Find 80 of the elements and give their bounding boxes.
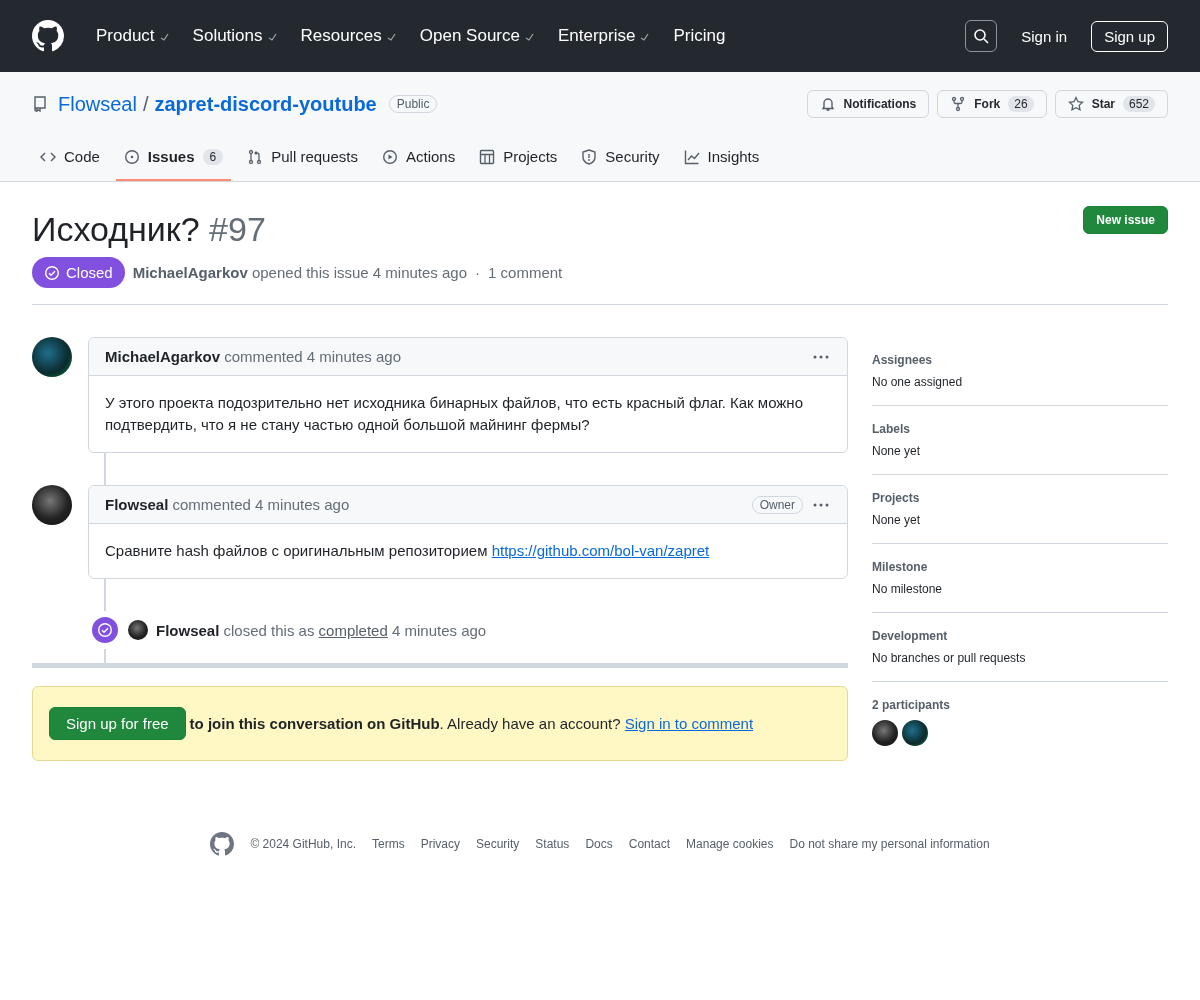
search-icon: [973, 28, 990, 44]
comment-body: Сравните hash файлов с оригинальным репозиторием https://github.com/bol-van/zapret: [104, 541, 711, 561]
repo-tab[interactable]: Code: [32, 140, 108, 181]
counter: 6: [202, 148, 224, 165]
user-avatar[interactable]: [32, 337, 72, 377]
shield-icon: [581, 148, 598, 165]
footer-link[interactable]: Security: [476, 837, 520, 851]
event-text: Flowseal closed this as completed 4 minutes ago: [156, 621, 487, 639]
user-avatar[interactable]: [128, 620, 148, 640]
separator-dot: ·: [475, 264, 481, 281]
sidebar-value: No branches or pull requests: [872, 651, 1027, 665]
status-label: Closed: [32, 257, 125, 288]
sidebar-heading: Milestone: [872, 560, 929, 574]
issue-icon: [123, 148, 140, 165]
user-avatar[interactable]: [32, 485, 72, 525]
footer-link[interactable]: Terms: [371, 837, 405, 851]
github-logo-icon: [32, 20, 64, 52]
pull-request-icon: [247, 148, 264, 165]
nav-menu-item[interactable]: Solutions: [184, 26, 285, 46]
nav-menu-item[interactable]: Product: [88, 26, 177, 46]
footer-link[interactable]: Contact: [628, 837, 671, 851]
sign-up-button[interactable]: Sign up for free: [49, 707, 186, 740]
github-logo-icon: [210, 832, 235, 856]
bell-button[interactable]: Notifications: [806, 90, 930, 118]
participant-avatar[interactable]: [902, 720, 928, 746]
copyright: © 2024 GitHub, Inc.: [250, 837, 356, 851]
issue-meta: MichaelAgarkov opened this issue 4 minutes ago: [132, 264, 468, 281]
repo-icon: [32, 96, 48, 112]
nav-menu-item[interactable]: Pricing: [665, 26, 734, 46]
repo-tab[interactable]: Actions: [373, 140, 464, 181]
new-issue-button[interactable]: New issue: [1083, 206, 1168, 234]
bell-icon: [819, 96, 836, 112]
footer-link[interactable]: Do not share my personal information: [789, 837, 990, 851]
repo-owner-link[interactable]: Flowseal: [58, 92, 137, 116]
repo-tab[interactable]: Insights: [675, 140, 768, 181]
comment-body: У этого проекта подозрительно нет исходника бинарных файлов, что есть красный флаг. Как можно подтвердить, что я не стану частью одной большой майнинг фермы?: [104, 393, 804, 435]
path-separator: /: [142, 92, 149, 116]
sidebar-heading: Projects: [872, 491, 921, 505]
graph-icon: [683, 148, 700, 165]
sign-up-button[interactable]: Sign up: [1091, 20, 1168, 52]
search-button[interactable]: [965, 20, 998, 52]
comment-meta: Flowseal commented 4 minutes ago: [105, 496, 350, 513]
repo-tab[interactable]: Security: [573, 140, 668, 181]
comment-count: 1 comment: [488, 264, 563, 281]
fork-icon: [950, 96, 967, 112]
footer-link[interactable]: Status: [535, 837, 570, 851]
counter: 652: [1122, 96, 1155, 112]
issue-title: Исходник? #97: [32, 210, 266, 249]
sidebar-heading: Labels: [872, 422, 911, 436]
sign-in-link[interactable]: Sign in: [1021, 27, 1068, 45]
repo-tab[interactable]: Projects: [471, 140, 566, 181]
sidebar-heading: Assignees: [872, 353, 934, 367]
comment-link[interactable]: https://github.com/bol-van/zapret: [491, 542, 710, 559]
sidebar-heading: Development: [872, 629, 949, 643]
check-circle-icon: [44, 264, 60, 281]
footer-link[interactable]: Manage cookies: [686, 837, 774, 851]
sidebar-heading: 2 participants: [872, 698, 952, 712]
star-button[interactable]: Star 652: [1054, 90, 1168, 118]
star-icon: [1067, 96, 1084, 112]
comment-meta: MichaelAgarkov commented 4 minutes ago: [105, 348, 401, 365]
participant-avatar[interactable]: [872, 720, 898, 746]
sidebar-value: No one assigned: [872, 375, 964, 389]
table-icon: [479, 148, 496, 165]
sidebar-value: No milestone: [872, 582, 944, 596]
signup-text: to join this conversation on GitHub. Already have an account? Sign in to comment: [189, 715, 754, 732]
footer-link[interactable]: Privacy: [420, 837, 460, 851]
nav-menu-item[interactable]: Open Source: [411, 26, 542, 46]
repo-tab[interactable]: Pull requests: [239, 140, 366, 181]
nav-menu-item[interactable]: Enterprise: [550, 26, 658, 46]
repo-tab[interactable]: Issues 6: [115, 140, 232, 181]
footer-link[interactable]: Docs: [585, 837, 613, 851]
sign-in-link[interactable]: Sign in to comment: [624, 715, 754, 732]
sidebar-value: None yet: [872, 513, 922, 527]
sidebar-value: None yet: [872, 444, 922, 458]
nav-menu-item[interactable]: Resources: [292, 26, 404, 46]
fork-button[interactable]: Fork 26: [937, 90, 1047, 118]
play-icon: [381, 148, 398, 165]
repo-name-link[interactable]: zapret-discord-youtube: [154, 92, 377, 116]
counter: 26: [1008, 96, 1034, 112]
check-circle-icon: [97, 622, 113, 638]
